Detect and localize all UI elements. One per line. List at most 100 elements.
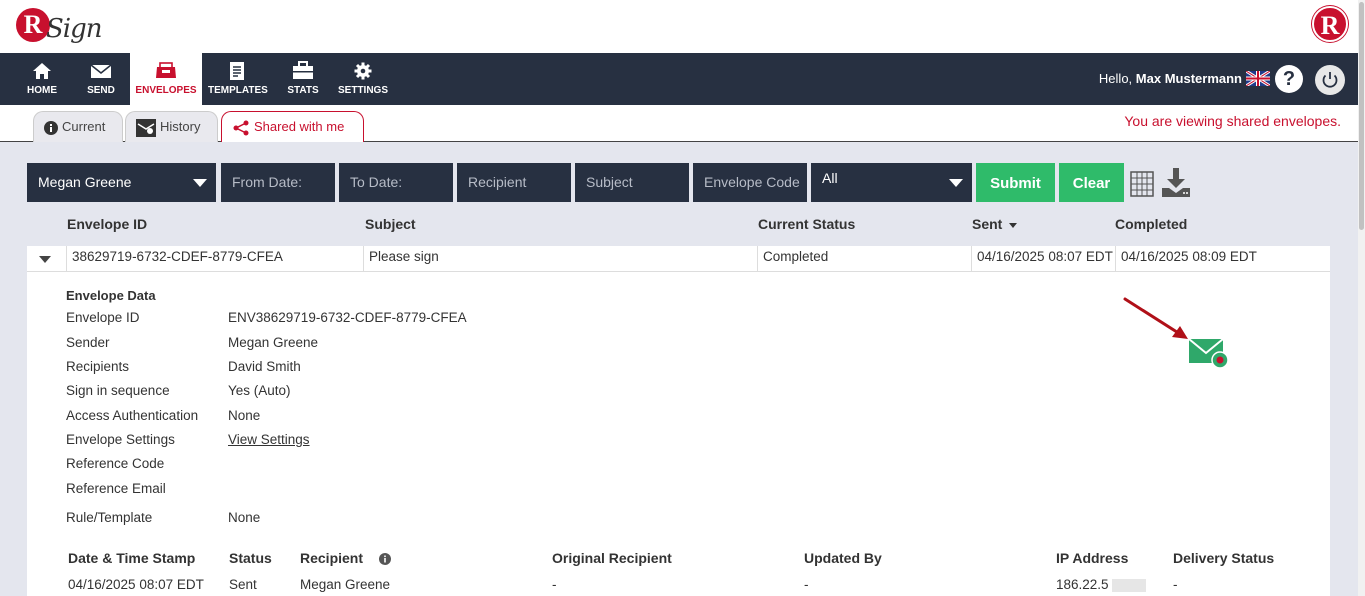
- envelope-tabs: Current History Shared with me You are v…: [0, 105, 1358, 143]
- from-date-input[interactable]: From Date:: [221, 163, 335, 202]
- nav-home[interactable]: HOME: [25, 53, 59, 105]
- inbox-icon: [156, 62, 176, 78]
- history-col-recipient-label: Recipient: [300, 550, 364, 566]
- nav-stats[interactable]: STATS: [285, 53, 321, 105]
- history-ip-value: 186.22.5: [1056, 577, 1109, 592]
- power-icon[interactable]: [1315, 65, 1345, 95]
- history-status: Sent: [229, 577, 257, 592]
- scrollbar-thumb[interactable]: [1359, 2, 1364, 230]
- detail-value: None: [228, 510, 261, 525]
- clear-button[interactable]: Clear: [1059, 163, 1124, 202]
- detail-value: ENV38629719-6732-CDEF-8779-CFEA: [228, 310, 467, 325]
- envelope-table: 38629719-6732-CDEF-8779-CFEA Please sign…: [27, 246, 1330, 596]
- detail-value: Megan Greene: [228, 335, 319, 350]
- history-icon: [136, 118, 156, 137]
- detail-label: Sender: [66, 335, 110, 350]
- chevron-down-icon: [193, 179, 207, 187]
- nav-label: SETTINGS: [338, 85, 389, 96]
- company-logo: R: [1312, 6, 1348, 42]
- sender-select[interactable]: Megan Greene: [27, 163, 216, 202]
- user-name: Max Mustermann: [1135, 71, 1242, 86]
- nav-envelopes[interactable]: ENVELOPES: [130, 53, 202, 105]
- logo-text: Sign: [46, 14, 103, 44]
- envelope-settings-icon[interactable]: [1188, 336, 1230, 373]
- col-sent[interactable]: Sent: [972, 216, 1018, 232]
- download-icon[interactable]: [1160, 166, 1192, 201]
- nav-templates[interactable]: TEMPLATES: [208, 53, 268, 105]
- envelope-data-heading: Envelope Data: [66, 288, 156, 303]
- view-settings-link[interactable]: View Settings: [228, 432, 310, 447]
- history-ip: 186.22.5: [1056, 577, 1147, 592]
- row-sent: 04/16/2025 08:07 EDT: [971, 246, 1115, 272]
- history-col-ip: IP Address: [1056, 550, 1129, 566]
- user-greeting: Hello, Max Mustermann: [1099, 71, 1242, 86]
- gear-icon: [354, 62, 372, 80]
- collapse-toggle-icon[interactable]: [39, 256, 51, 263]
- history-col-status: Status: [229, 550, 272, 566]
- submit-button[interactable]: Submit: [976, 163, 1055, 202]
- detail-label: Recipients: [66, 359, 130, 374]
- row-subject: Please sign: [363, 246, 757, 272]
- info-icon[interactable]: [378, 553, 391, 566]
- nav-label: HOME: [27, 85, 57, 96]
- col-envelope-id[interactable]: Envelope ID: [67, 216, 147, 232]
- tab-shared-with-me[interactable]: Shared with me: [221, 111, 364, 143]
- envelope-code-input[interactable]: Envelope Code: [693, 163, 807, 202]
- tab-label: Shared with me: [254, 119, 345, 134]
- tab-current[interactable]: Current: [33, 111, 123, 142]
- info-icon: [44, 120, 58, 135]
- briefcase-icon: [293, 61, 313, 79]
- header-bar: R Sign R: [0, 0, 1358, 53]
- detail-label: Envelope ID: [66, 310, 140, 325]
- sender-select-value: Megan Greene: [38, 174, 132, 190]
- tab-history[interactable]: History: [125, 111, 218, 142]
- history-col-updated-by: Updated By: [804, 550, 882, 566]
- vertical-scrollbar[interactable]: [1358, 0, 1365, 596]
- redacted-blur: [1112, 578, 1147, 592]
- status-select-value: All: [822, 170, 838, 186]
- shared-notice: You are viewing shared envelopes.: [1124, 113, 1341, 129]
- help-icon[interactable]: ?: [1275, 65, 1303, 93]
- detail-value: David Smith: [228, 359, 301, 374]
- col-subject[interactable]: Subject: [365, 216, 416, 232]
- detail-label: Sign in sequence: [66, 383, 170, 398]
- col-sent-label: Sent: [972, 216, 1003, 232]
- annotation-arrow: [1123, 297, 1188, 339]
- col-current-status[interactable]: Current Status: [758, 216, 855, 232]
- document-icon: [230, 62, 244, 80]
- detail-label: Reference Code: [66, 456, 165, 471]
- tab-label: History: [160, 119, 201, 134]
- nav-label: STATS: [287, 85, 319, 96]
- main-nav: HOME SEND ENVELOPES TEMPLATES STATS SETT…: [0, 53, 1358, 105]
- recipient-input[interactable]: Recipient: [457, 163, 571, 202]
- row-completed: 04/16/2025 08:09 EDT: [1115, 246, 1330, 272]
- detail-label: Reference Email: [66, 481, 166, 496]
- nav-label: ENVELOPES: [135, 85, 197, 96]
- detail-label: Access Authentication: [66, 408, 199, 423]
- history-col-timestamp: Date & Time Stamp: [68, 550, 196, 566]
- greeting-text: Hello,: [1098, 71, 1133, 86]
- row-envelope-id: 38629719-6732-CDEF-8779-CFEA: [66, 246, 364, 272]
- detail-label: Rule/Template: [66, 510, 153, 525]
- share-icon: [233, 120, 249, 136]
- history-original-recipient: -: [552, 577, 557, 592]
- nav-label: SEND: [87, 85, 115, 96]
- table-row[interactable]: 38629719-6732-CDEF-8779-CFEA Please sign…: [27, 246, 1330, 272]
- detail-value: Yes (Auto): [228, 383, 291, 398]
- to-date-input[interactable]: To Date:: [339, 163, 453, 202]
- rsign-logo[interactable]: R Sign: [16, 6, 103, 48]
- history-col-delivery: Delivery Status: [1173, 550, 1275, 566]
- nav-label: TEMPLATES: [208, 85, 268, 96]
- uk-flag-icon[interactable]: [1246, 71, 1270, 86]
- col-completed[interactable]: Completed: [1115, 216, 1187, 232]
- nav-send[interactable]: SEND: [84, 53, 118, 105]
- detail-label: Envelope Settings: [66, 432, 175, 447]
- subject-input[interactable]: Subject: [575, 163, 689, 202]
- nav-settings[interactable]: SETTINGS: [338, 53, 388, 105]
- history-updated-by: -: [804, 577, 809, 592]
- sort-down-icon: [1009, 222, 1018, 228]
- detail-value: None: [228, 408, 261, 423]
- status-select[interactable]: All: [811, 163, 972, 202]
- calendar-grid-icon[interactable]: [1130, 171, 1154, 200]
- row-status: Completed: [757, 246, 971, 272]
